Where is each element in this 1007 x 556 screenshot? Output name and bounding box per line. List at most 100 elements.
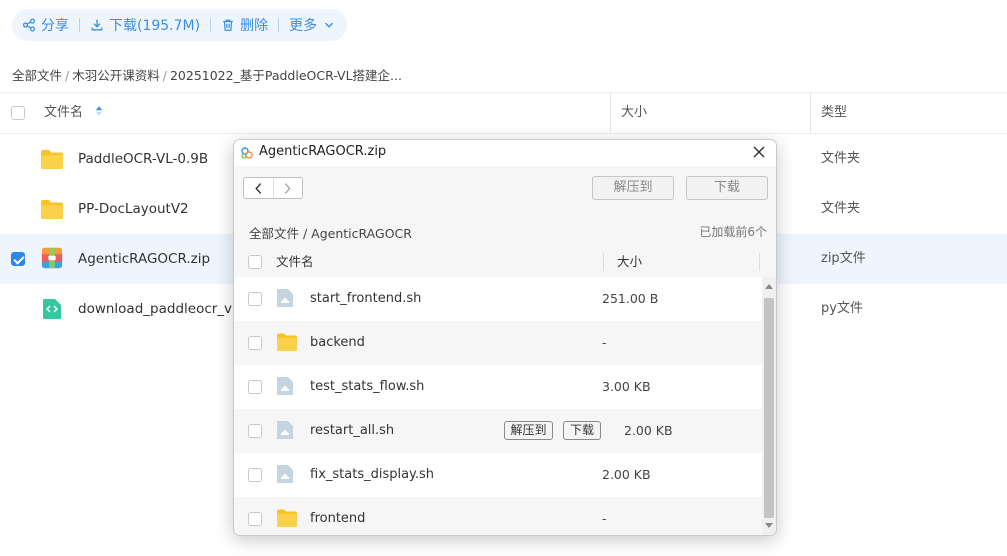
archive-file-size: 2.00 KB xyxy=(602,467,651,482)
dialog-body: 解压到 下载 全部文件 / AgenticRAGOCR 已加载前6个 文件名 大… xyxy=(234,166,776,535)
more-label: 更多 xyxy=(289,18,318,34)
file-name[interactable]: PaddleOCR-VL-0.9B xyxy=(78,134,208,184)
shell-script-icon xyxy=(277,289,293,307)
trash-icon xyxy=(223,19,233,31)
chevron-down-icon xyxy=(325,22,334,28)
folder-icon xyxy=(277,333,297,351)
column-divider[interactable] xyxy=(759,253,760,271)
column-header-name[interactable]: 文件名 xyxy=(276,247,314,277)
shell-script-icon xyxy=(277,377,293,395)
archive-file-name: test_stats_flow.sh xyxy=(310,379,425,394)
column-header-name[interactable]: 文件名 xyxy=(44,93,103,133)
archive-row[interactable]: backend - xyxy=(234,321,762,365)
file-name[interactable]: PP-DocLayoutV2 xyxy=(78,184,189,234)
row-checkbox[interactable] xyxy=(248,336,262,350)
breadcrumb-item-current: 20251022_基于PaddleOCR-VL搭建企... xyxy=(169,68,402,83)
dialog-titlebar: AgenticRAGOCR.zip xyxy=(234,140,776,166)
toolbar-divider xyxy=(79,18,80,32)
folder-icon xyxy=(41,150,63,169)
archive-file-size: 3.00 KB xyxy=(602,379,651,394)
file-type: zip文件 xyxy=(821,251,866,266)
download-button[interactable]: 下载(195.7M) xyxy=(90,9,200,41)
archive-file-name: restart_all.sh xyxy=(310,423,395,438)
breadcrumb-separator: / xyxy=(162,68,167,83)
chevron-left-icon xyxy=(255,182,262,194)
column-divider[interactable] xyxy=(603,253,604,271)
toolbar-divider xyxy=(278,18,280,32)
archive-file-size: - xyxy=(602,335,607,350)
dialog-download-button[interactable]: 下载 xyxy=(686,176,768,200)
scroll-down-arrow-icon[interactable] xyxy=(765,523,773,528)
dialog-title: AgenticRAGOCR.zip xyxy=(259,144,387,159)
scroll-up-arrow-icon[interactable] xyxy=(765,284,773,289)
archive-row[interactable]: frontend - xyxy=(234,497,762,535)
column-divider[interactable] xyxy=(610,93,611,133)
file-type: 文件夹 xyxy=(821,151,861,166)
more-button[interactable]: 更多 xyxy=(289,9,336,41)
column-header-type[interactable]: 类型 xyxy=(821,93,847,133)
archive-row[interactable]: fix_stats_display.sh 2.00 KB xyxy=(234,453,762,497)
column-name-label: 文件名 xyxy=(44,105,84,120)
file-type: 文件夹 xyxy=(821,201,861,216)
download-label: 下载(195.7M) xyxy=(109,18,201,34)
file-name[interactable]: AgenticRAGOCR.zip xyxy=(78,234,210,284)
extract-button[interactable]: 解压到 xyxy=(592,176,674,200)
share-label: 分享 xyxy=(41,18,69,34)
delete-button[interactable]: 删除 xyxy=(221,9,268,41)
forward-button[interactable] xyxy=(272,178,303,198)
scrollbar-thumb[interactable] xyxy=(764,298,774,518)
archive-file-size: 2.00 KB xyxy=(624,423,673,438)
archive-file-size: - xyxy=(602,511,607,526)
shell-script-icon xyxy=(277,465,293,483)
scrollbar[interactable] xyxy=(762,277,776,535)
archive-row[interactable]: test_stats_flow.sh 3.00 KB xyxy=(234,365,762,409)
breadcrumb-separator: / xyxy=(65,68,70,83)
archive-row-hovered[interactable]: restart_all.sh 解压到 下载 2.00 KB xyxy=(234,409,762,453)
breadcrumb: 全部文件 / 木羽公开课资料/20251022_基于PaddleOCR-VL搭建企.… xyxy=(12,65,402,84)
archive-list-header: 文件名 大小 xyxy=(234,247,776,277)
action-toolbar: 分享 下载(195.7M) 删除 更多 xyxy=(12,9,347,41)
file-name[interactable]: download_paddleocr_vl.py xyxy=(78,284,257,334)
app-logo-icon xyxy=(241,147,253,159)
row-checkbox[interactable] xyxy=(11,252,25,266)
archive-path: 全部文件 / AgenticRAGOCR xyxy=(249,226,412,241)
zip-archive-icon xyxy=(41,247,63,269)
row-checkbox[interactable] xyxy=(248,468,262,482)
row-download-button[interactable]: 下载 xyxy=(563,421,601,440)
row-checkbox[interactable] xyxy=(248,292,262,306)
row-extract-button[interactable]: 解压到 xyxy=(504,421,553,440)
archive-file-size: 251.00 B xyxy=(602,291,659,306)
share-button[interactable]: 分享 xyxy=(22,9,69,41)
loaded-count: 已加载前6个 xyxy=(699,225,767,239)
breadcrumb-item[interactable]: 全部文件 xyxy=(12,68,62,83)
back-button[interactable] xyxy=(244,178,273,198)
row-checkbox[interactable] xyxy=(248,380,262,394)
toolbar-divider xyxy=(210,18,212,32)
column-divider[interactable] xyxy=(810,93,811,133)
share-icon xyxy=(22,18,36,32)
select-all-checkbox[interactable] xyxy=(248,255,262,269)
row-checkbox[interactable] xyxy=(248,424,262,438)
download-icon xyxy=(91,19,103,31)
archive-file-name: backend xyxy=(310,335,365,350)
archive-row[interactable]: start_frontend.sh 251.00 B xyxy=(234,277,762,321)
archive-file-name: start_frontend.sh xyxy=(310,291,422,306)
zip-preview-dialog: AgenticRAGOCR.zip 解压到 下载 全部文件 / AgenticR… xyxy=(233,139,777,536)
row-checkbox[interactable] xyxy=(248,512,262,526)
delete-label: 删除 xyxy=(240,18,269,34)
column-header-size[interactable]: 大小 xyxy=(617,247,642,277)
breadcrumb-item[interactable]: 木羽公开课资料 xyxy=(72,68,160,83)
file-table-header: 文件名 大小 类型 xyxy=(0,92,1007,134)
select-all-checkbox[interactable] xyxy=(11,106,25,120)
file-type: py文件 xyxy=(821,301,863,316)
archive-file-list[interactable]: start_frontend.sh 251.00 B backend - tes… xyxy=(234,277,762,535)
history-nav xyxy=(243,177,303,199)
close-icon[interactable] xyxy=(750,143,768,161)
folder-icon xyxy=(277,509,297,527)
chevron-right-icon xyxy=(284,182,291,194)
column-header-size[interactable]: 大小 xyxy=(621,93,647,133)
archive-file-name: frontend xyxy=(310,511,366,526)
folder-icon xyxy=(41,200,63,219)
shell-script-icon xyxy=(277,421,293,439)
sort-icon[interactable] xyxy=(95,105,103,117)
